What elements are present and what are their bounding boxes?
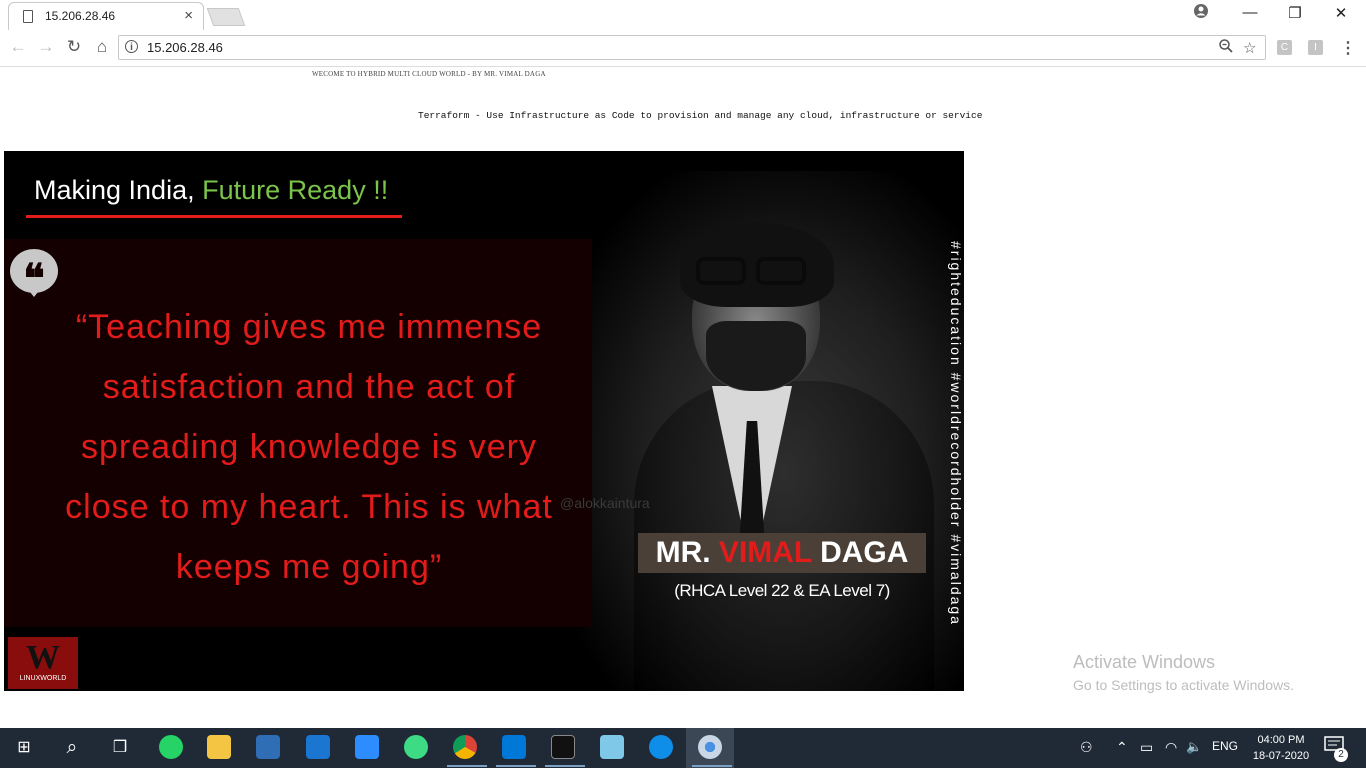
android-icon[interactable] (404, 735, 428, 759)
notification-count: 2 (1334, 748, 1348, 762)
running-indicator (692, 765, 732, 767)
name-last: DAGA (820, 536, 909, 569)
home-button[interactable]: ⌂ (90, 37, 114, 57)
wifi-icon[interactable]: ◠ (1165, 739, 1177, 756)
menu-button[interactable]: ⋮ (1340, 38, 1356, 58)
address-bar[interactable]: i 15.206.28.46 ☆ (118, 35, 1266, 60)
extension-i-button[interactable]: I (1308, 40, 1323, 55)
subtitle-text: Terraform - Use Infrastructure as Code t… (418, 110, 983, 121)
volume-icon[interactable]: 🔈 (1186, 739, 1202, 755)
quote-text: “Teaching gives me immense satisfaction … (65, 308, 553, 586)
running-indicator (545, 765, 585, 767)
logo-text: LINUXWORLD (19, 675, 67, 682)
taskbar: ⊞ ⌕ ❒ ⚇ ⌃ ▭ ◠ 🔈 ENG 04:00 PM 18-07-2020 … (0, 728, 1366, 768)
welcome-text: WECOME TO HYBRID MULTI CLOUD WORLD - BY … (312, 70, 546, 78)
terminal-icon[interactable] (551, 735, 575, 759)
banner-headline: Making India, Future Ready !! (34, 175, 388, 206)
reload-button[interactable]: ↻ (62, 37, 86, 57)
chevron-up-icon[interactable]: ⌃ (1116, 739, 1128, 756)
tab-title: 15.206.28.46 (45, 9, 116, 23)
whatsapp-icon[interactable] (159, 735, 183, 759)
chrome-active-icon[interactable] (698, 735, 722, 759)
logo-letter: W (26, 639, 60, 676)
clock-time: 04:00 PM (1257, 734, 1305, 746)
mail-icon[interactable] (306, 735, 330, 759)
tab-close-icon[interactable]: × (184, 7, 193, 24)
vscode-icon[interactable] (502, 735, 526, 759)
glasses-icon (696, 257, 746, 285)
extension-c-button[interactable]: C (1277, 40, 1292, 55)
new-tab-button[interactable] (206, 8, 246, 26)
zoom-icon[interactable] (1219, 39, 1233, 57)
person-beard (706, 321, 806, 391)
forward-button[interactable]: → (34, 37, 58, 57)
person-name: MR. VIMAL DAGA (638, 533, 926, 573)
search-icon[interactable]: ⌕ (60, 736, 84, 760)
minimize-button[interactable]: — (1230, 4, 1270, 21)
activate-windows-title: Activate Windows (1073, 652, 1216, 672)
notepad-icon[interactable] (600, 735, 624, 759)
running-indicator (496, 765, 536, 767)
tab-strip: 15.206.28.46 × — ❐ ✕ (0, 0, 1366, 30)
file-explorer-icon[interactable] (207, 735, 231, 759)
clock-date: 18-07-2020 (1252, 750, 1310, 762)
page-content: WECOME TO HYBRID MULTI CLOUD WORLD - BY … (0, 67, 1366, 728)
chrome-icon[interactable] (453, 735, 477, 759)
page-icon (23, 10, 33, 23)
linuxworld-logo: W LINUXWORLD (8, 637, 78, 689)
language-indicator[interactable]: ENG (1212, 739, 1238, 753)
clock[interactable]: 04:00 PM 18-07-2020 (1246, 732, 1316, 764)
close-button[interactable]: ✕ (1321, 4, 1361, 22)
info-icon[interactable]: i (125, 40, 138, 53)
credentials-text: (RHCA Level 22 & EA Level 7) (674, 581, 890, 600)
headline-part1: Making India, (34, 175, 195, 205)
task-view-icon[interactable]: ❒ (108, 736, 132, 760)
name-prefix: MR. (655, 536, 711, 569)
watermark-text: @alokkaintura (560, 495, 650, 511)
running-indicator (447, 765, 487, 767)
glasses-icon (756, 257, 806, 285)
name-first: VIMAL (718, 536, 812, 569)
restore-button[interactable]: ❐ (1275, 4, 1315, 22)
activate-windows-subtitle: Go to Settings to activate Windows. (1073, 677, 1294, 693)
virtualbox-icon[interactable] (256, 735, 280, 759)
headline-part2: Future Ready !! (202, 175, 389, 205)
browser-tab[interactable]: 15.206.28.46 × (8, 2, 204, 30)
back-button[interactable]: ← (6, 37, 30, 57)
star-icon[interactable]: ☆ (1243, 39, 1256, 57)
banner-image: Making India, Future Ready !! ❝ “Teachin… (4, 151, 964, 691)
url-text[interactable]: 15.206.28.46 (147, 40, 223, 55)
battery-icon[interactable]: ▭ (1140, 739, 1153, 756)
people-icon[interactable]: ⚇ (1080, 739, 1093, 756)
start-icon[interactable]: ⊞ (12, 736, 36, 760)
browser-toolbar: ← → ↻ ⌂ i 15.206.28.46 ☆ C I ⋮ (0, 30, 1366, 67)
profile-icon[interactable] (1181, 4, 1221, 22)
quote-icon-tail (26, 287, 42, 297)
teamviewer-icon[interactable] (649, 735, 673, 759)
zoom-icon[interactable] (355, 735, 379, 759)
hashtags-text: #righteducation #worldrecordholder #vima… (948, 241, 964, 626)
headline-underline (26, 215, 402, 218)
